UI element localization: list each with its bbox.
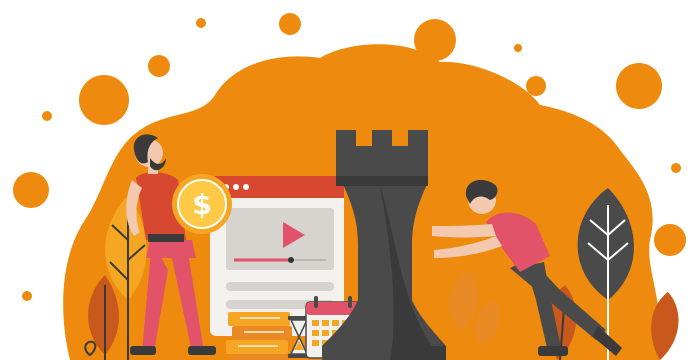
dot — [13, 172, 49, 208]
dot — [414, 19, 456, 61]
dot — [654, 224, 686, 256]
illustration-canvas: $ — [13, 13, 686, 360]
dot — [148, 55, 170, 77]
dollar-coin-icon: $ — [172, 174, 232, 234]
dot — [42, 111, 52, 121]
dot — [196, 18, 206, 28]
coin-symbol: $ — [192, 188, 211, 221]
dot — [526, 76, 546, 96]
dot — [22, 291, 32, 301]
dot — [671, 163, 681, 173]
dot — [514, 44, 522, 52]
dot — [79, 75, 129, 125]
dot — [616, 63, 662, 109]
stacked-books-icon — [226, 312, 292, 360]
dot — [279, 13, 301, 35]
marketing-strategy-illustration: $ — [0, 0, 690, 360]
